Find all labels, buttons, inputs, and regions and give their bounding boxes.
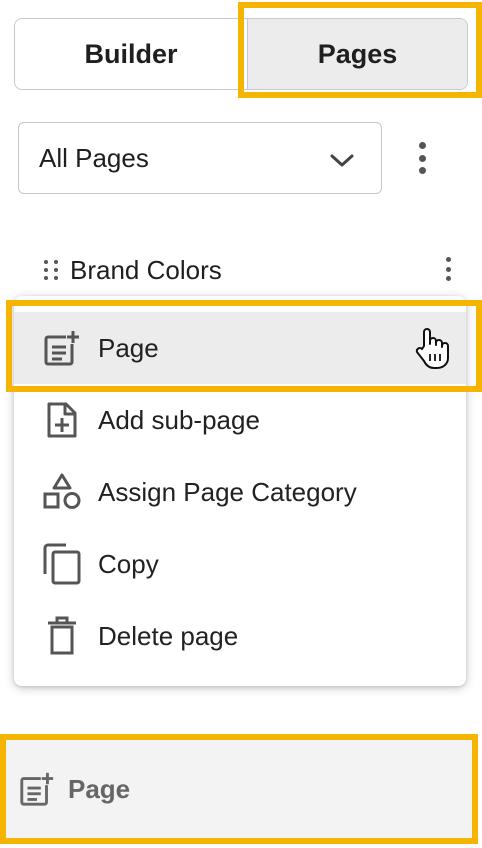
trash-icon bbox=[42, 614, 82, 658]
note-add-icon bbox=[42, 398, 82, 442]
menu-item-label: Delete page bbox=[98, 620, 239, 651]
post-add-icon bbox=[42, 326, 82, 370]
page-item-more-options-icon[interactable] bbox=[444, 257, 452, 281]
chevron-down-icon bbox=[329, 147, 355, 178]
menu-item-label: Copy bbox=[98, 548, 159, 579]
drag-handle-icon[interactable] bbox=[44, 260, 58, 280]
menu-item-page[interactable]: Page bbox=[14, 312, 466, 384]
hand-pointer-cursor-icon bbox=[414, 324, 450, 377]
category-icon bbox=[42, 470, 82, 514]
page-context-menu: Page Add sub-page Assign Page Category C… bbox=[14, 296, 466, 686]
page-filter-select[interactable]: All Pages bbox=[18, 122, 382, 194]
post-add-icon bbox=[18, 770, 56, 808]
view-tabs: Builder Pages bbox=[14, 18, 468, 90]
menu-item-label: Assign Page Category bbox=[98, 476, 357, 507]
menu-item-assign-page-category[interactable]: Assign Page Category bbox=[14, 456, 466, 528]
menu-item-label: Page bbox=[98, 332, 159, 363]
page-filter-value: All Pages bbox=[39, 142, 149, 173]
page-list-item[interactable]: Brand Colors bbox=[40, 250, 464, 290]
menu-item-copy[interactable]: Copy bbox=[14, 528, 466, 600]
tab-pages[interactable]: Pages bbox=[247, 19, 467, 89]
copy-icon bbox=[42, 542, 82, 586]
page-list-item-label: Brand Colors bbox=[70, 254, 222, 285]
menu-item-label: Add sub-page bbox=[98, 404, 260, 435]
add-page-button[interactable]: Page bbox=[0, 736, 476, 842]
filter-more-options-icon[interactable] bbox=[416, 142, 428, 174]
menu-item-add-sub-page[interactable]: Add sub-page bbox=[14, 384, 466, 456]
add-page-button-label: Page bbox=[68, 773, 131, 804]
menu-item-delete-page[interactable]: Delete page bbox=[14, 600, 466, 672]
tab-builder[interactable]: Builder bbox=[15, 19, 247, 89]
